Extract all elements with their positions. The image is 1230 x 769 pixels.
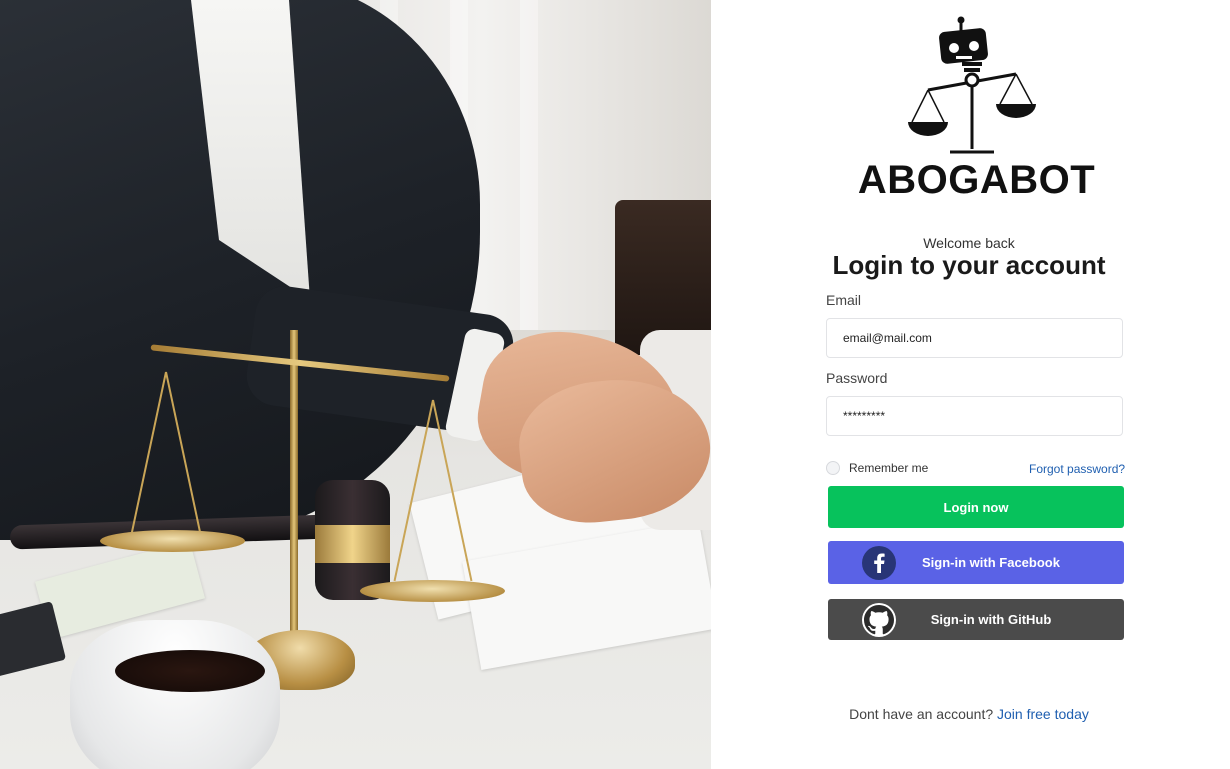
remember-me[interactable]: Remember me <box>826 461 928 475</box>
remember-me-label: Remember me <box>849 461 929 475</box>
github-signin-label: Sign-in with GitHub <box>930 612 1052 627</box>
hero-scale-pan <box>100 530 245 552</box>
email-field[interactable] <box>826 318 1123 358</box>
github-signin-button[interactable]: Sign-in with GitHub <box>828 599 1124 640</box>
remember-me-checkbox[interactable] <box>826 461 840 475</box>
hero-scale-post <box>290 330 298 660</box>
password-field[interactable] <box>826 396 1123 436</box>
signup-prompt: Dont have an account? Join free today <box>711 706 1227 722</box>
hero-gavel-band <box>315 525 390 563</box>
hero-curtain <box>520 0 538 330</box>
signup-prompt-text: Dont have an account? <box>849 706 994 722</box>
facebook-icon <box>862 545 896 580</box>
hero-scale-pan <box>360 580 505 602</box>
hero-coffee <box>115 650 265 692</box>
facebook-signin-label: Sign-in with Facebook <box>922 555 1060 570</box>
password-label: Password <box>826 370 888 386</box>
forgot-password-link[interactable]: Forgot password? <box>1029 462 1125 476</box>
login-panel: ABOGABOT Welcome back Login to your acco… <box>711 0 1230 769</box>
github-icon <box>862 602 896 637</box>
login-button-label: Login now <box>943 499 1009 515</box>
email-label: Email <box>826 292 862 308</box>
hero-coffee-cup <box>70 620 280 769</box>
join-free-link[interactable]: Join free today <box>997 706 1089 722</box>
hero-image <box>0 0 711 769</box>
facebook-signin-button[interactable]: Sign-in with Facebook <box>828 541 1124 584</box>
page-title: Login to your account <box>832 250 1106 280</box>
robot-scales-logo-icon <box>908 16 1036 154</box>
welcome-text: Welcome back <box>923 235 1015 251</box>
login-button[interactable]: Login now <box>828 486 1124 528</box>
brand-name: ABOGABOT <box>857 158 1096 202</box>
